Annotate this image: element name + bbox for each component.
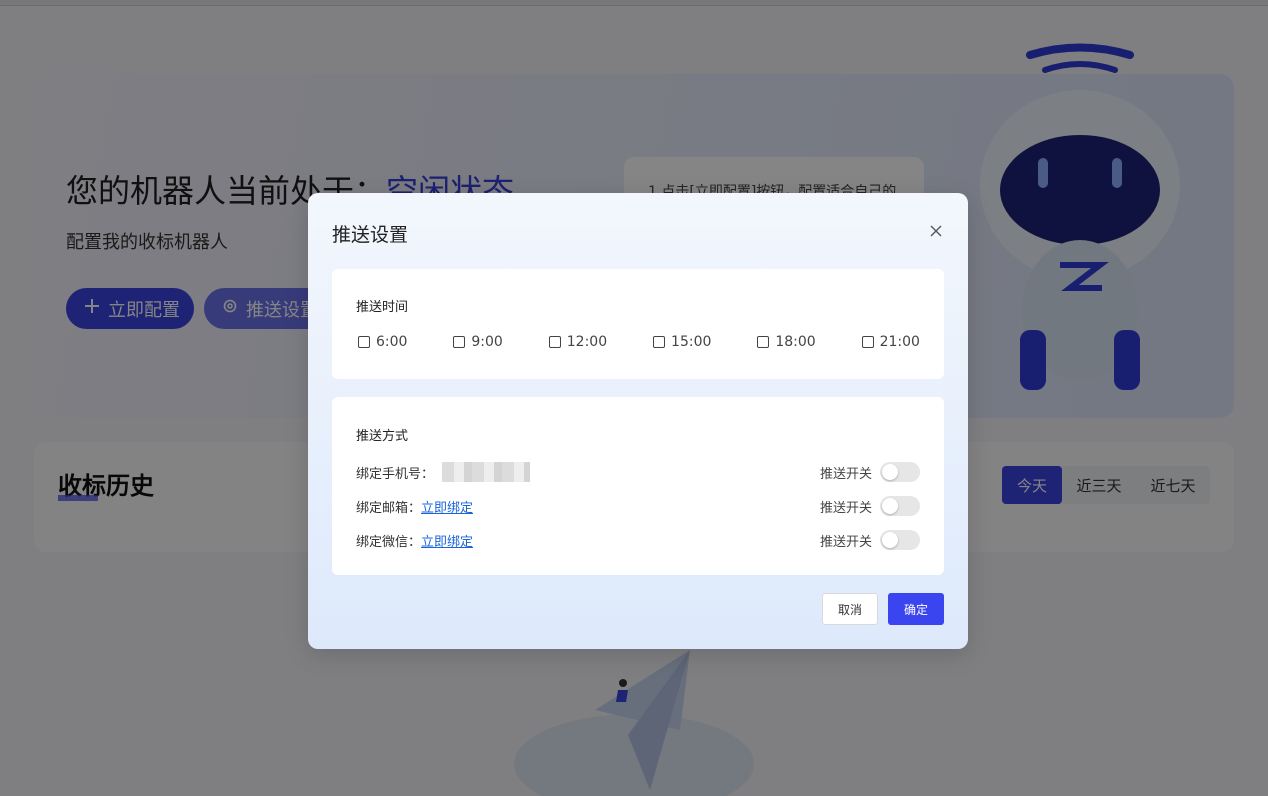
bind-wechat-link[interactable]: 立即绑定 bbox=[421, 531, 473, 550]
push-time-options: 6:00 9:00 12:00 15:00 18:00 21:00 bbox=[358, 334, 920, 350]
push-switch-label: 推送开关 bbox=[819, 466, 872, 482]
time-option-label: 21:00 bbox=[879, 334, 920, 350]
time-option-1200[interactable]: 12:00 bbox=[548, 334, 608, 350]
push-settings-dialog: 推送设置 推送时间 6:00 9:00 12:00 15:00 18:00 21… bbox=[308, 193, 968, 649]
time-option-2100[interactable]: 21:00 bbox=[861, 334, 920, 350]
email-push-toggle[interactable] bbox=[880, 496, 920, 516]
confirm-button[interactable]: 确定 bbox=[888, 593, 944, 625]
close-icon[interactable] bbox=[928, 223, 944, 239]
masked-phone-number bbox=[442, 462, 531, 482]
time-option-label: 15:00 bbox=[671, 334, 712, 350]
push-method-label: 推送方式 bbox=[356, 429, 409, 444]
time-option-label: 6:00 bbox=[376, 334, 408, 350]
time-option-0900[interactable]: 9:00 bbox=[453, 334, 503, 350]
time-option-1500[interactable]: 15:00 bbox=[653, 334, 711, 350]
checkbox[interactable] bbox=[653, 336, 666, 348]
push-method-panel: 推送方式 绑定手机号： 推送开关 绑定邮箱： 立即绑定 推送开关 绑定微信： 立… bbox=[332, 397, 944, 575]
checkbox[interactable] bbox=[453, 336, 466, 348]
push-time-panel: 推送时间 6:00 9:00 12:00 15:00 18:00 21:00 bbox=[332, 269, 944, 379]
phone-push-toggle[interactable] bbox=[880, 462, 920, 482]
time-option-0600[interactable]: 6:00 bbox=[358, 334, 407, 350]
email-binding-row: 绑定邮箱： 立即绑定 推送开关 bbox=[356, 495, 920, 517]
push-switch-label: 推送开关 bbox=[819, 534, 872, 550]
push-time-label: 推送时间 bbox=[356, 300, 409, 315]
checkbox[interactable] bbox=[757, 336, 770, 348]
time-option-label: 12:00 bbox=[566, 334, 608, 350]
cancel-button[interactable]: 取消 bbox=[822, 593, 878, 625]
time-option-label: 18:00 bbox=[775, 334, 816, 350]
checkbox[interactable] bbox=[358, 336, 370, 348]
phone-binding-row: 绑定手机号： 推送开关 bbox=[356, 461, 920, 483]
bind-email-link[interactable]: 立即绑定 bbox=[421, 497, 473, 516]
checkbox[interactable] bbox=[861, 336, 874, 348]
dialog-title: 推送设置 bbox=[332, 224, 409, 246]
email-label: 绑定邮箱： bbox=[356, 500, 422, 516]
phone-label: 绑定手机号： bbox=[356, 466, 435, 482]
time-option-1800[interactable]: 18:00 bbox=[757, 334, 816, 350]
wechat-binding-row: 绑定微信： 立即绑定 推送开关 bbox=[356, 529, 920, 551]
wechat-push-toggle[interactable] bbox=[880, 530, 920, 550]
time-option-label: 9:00 bbox=[471, 334, 503, 350]
wechat-label: 绑定微信： bbox=[356, 534, 422, 550]
push-switch-label: 推送开关 bbox=[819, 500, 872, 516]
checkbox[interactable] bbox=[548, 336, 561, 348]
